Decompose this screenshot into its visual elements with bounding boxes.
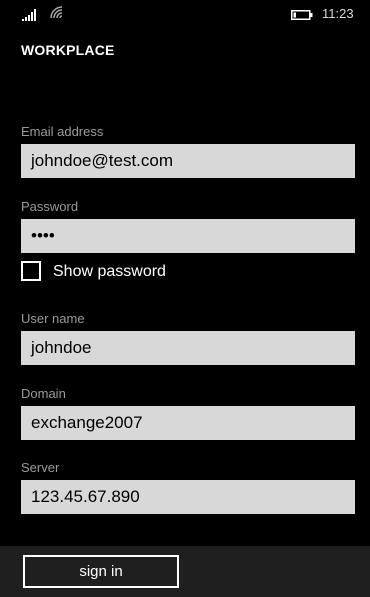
username-field[interactable]: johndoe xyxy=(21,331,355,365)
status-clock: 11:23 xyxy=(322,6,354,21)
page-title: WORKPLACE xyxy=(21,42,115,58)
password-field[interactable]: •••• xyxy=(21,219,355,253)
server-label: Server xyxy=(21,460,60,475)
show-password-checkbox[interactable] xyxy=(21,261,41,281)
domain-field[interactable]: exchange2007 xyxy=(21,406,355,440)
domain-label: Domain xyxy=(21,386,66,401)
battery-icon xyxy=(291,10,313,20)
signal-bars-icon xyxy=(22,9,36,21)
password-label: Password xyxy=(21,199,79,214)
wifi-icon xyxy=(50,6,63,19)
email-field[interactable]: johndoe@test.com xyxy=(21,144,355,178)
username-label: User name xyxy=(21,311,85,326)
app-bar: sign in xyxy=(0,546,370,597)
email-label: Email address xyxy=(21,124,104,139)
sign-in-button[interactable]: sign in xyxy=(23,555,179,588)
status-bar: 11:23 xyxy=(0,0,370,26)
show-password-label[interactable]: Show password xyxy=(53,263,166,281)
server-field[interactable]: 123.45.67.890 xyxy=(21,480,355,514)
